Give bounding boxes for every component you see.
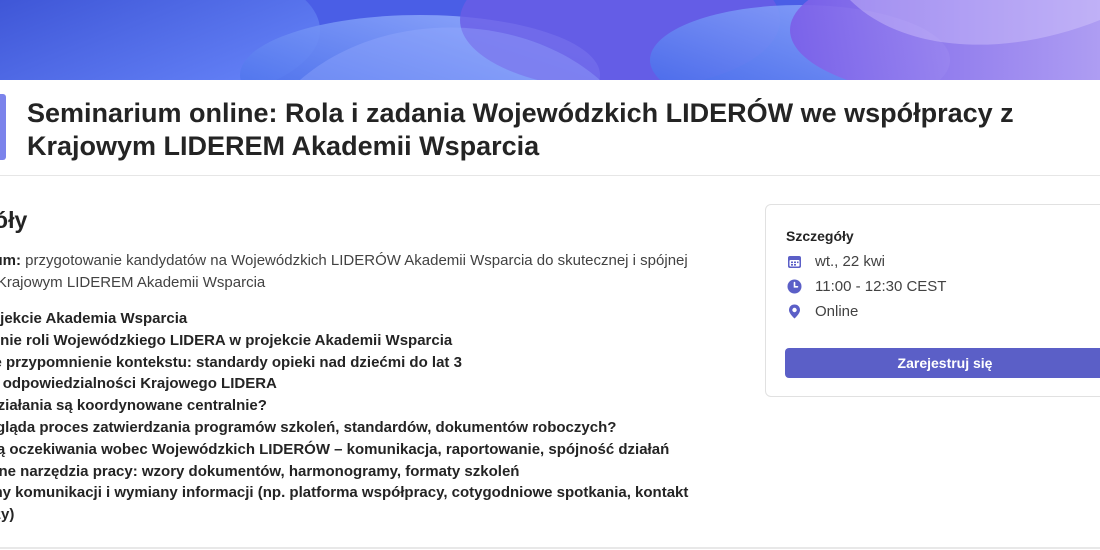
details-card-title: Szczegóły (786, 228, 854, 244)
location-pin-icon (787, 304, 802, 319)
event-date: wt., 22 kwi (815, 252, 886, 270)
agenda-item: projekcie Akademia Wsparcia (0, 310, 188, 327)
description-label: narium: (0, 252, 22, 269)
event-title: Seminarium online: Rola i zadania Wojewó… (27, 98, 1014, 161)
agenda-list: projekcie Akademia Wsparcia czenie roli … (0, 308, 736, 526)
agenda-item: pólne narzędzia pracy: wzory dokumentów,… (0, 462, 520, 480)
event-date-row: wt., 22 kwi (787, 251, 885, 271)
section-heading: góły (0, 207, 28, 233)
agenda-item: czenie roli Wojewódzkiego LIDERA w proje… (0, 331, 453, 349)
description-text: przygotowanie kandydatów na Wojewódzkich… (21, 252, 688, 269)
title-accent-bar (0, 94, 6, 160)
event-time-row: 11:00 - 12:30 CEST (787, 276, 946, 296)
event-title-bar: Seminarium online: Rola i zadania Wojewó… (0, 80, 1100, 176)
agenda-item: e są oczekiwania wobec Wojewódzkich LIDE… (0, 440, 670, 458)
clock-icon (787, 279, 802, 294)
event-banner-image (0, 0, 1100, 80)
event-location: Online (815, 302, 859, 320)
bottom-divider (0, 547, 1100, 549)
agenda-item: wygląda proces zatwierdzania programów s… (0, 418, 617, 436)
agenda-item: oczy) (0, 506, 15, 524)
description-text-line2: cy z Krajowym LIDEREM Akademii Wsparcia (0, 274, 266, 291)
event-time: 11:00 - 12:30 CEST (815, 277, 947, 295)
event-description: narium: przygotowanie kandydatów na Woje… (0, 250, 726, 294)
agenda-item: res odpowiedzialności Krajowego LIDERA (0, 375, 277, 393)
agenda-item: temy komunikacji i wymiany informacji (n… (0, 484, 689, 502)
calendar-icon (787, 254, 802, 269)
agenda-item: tkie przypomnienie kontekstu: standardy … (0, 353, 462, 371)
agenda-item: e działania są koordynowane centralnie? (0, 397, 267, 415)
banner-artwork (0, 0, 1100, 80)
event-location-row: Online (787, 301, 858, 321)
register-button[interactable]: Zarejestruj się (785, 348, 1100, 378)
